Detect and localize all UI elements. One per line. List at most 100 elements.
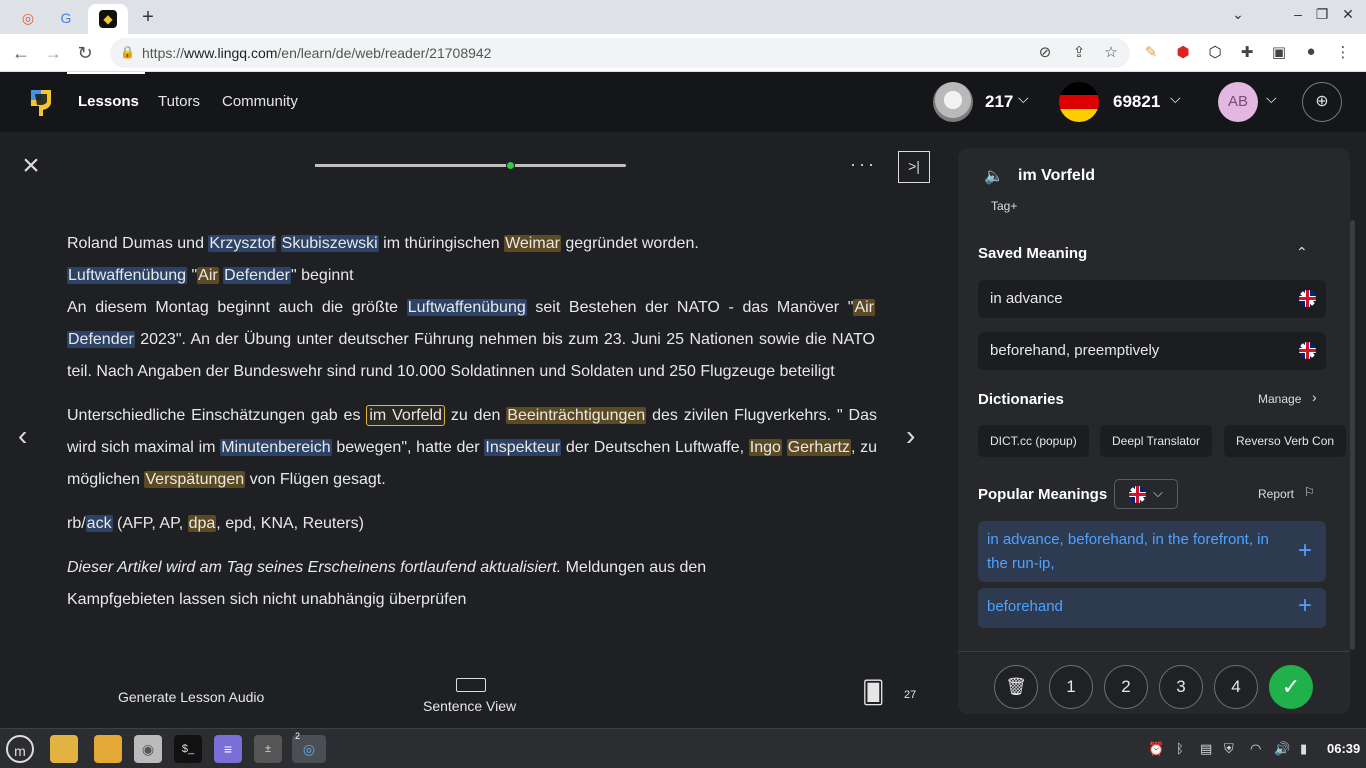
- nav-lessons[interactable]: Lessons: [78, 93, 139, 110]
- meaning-language-select[interactable]: ⌵: [1114, 479, 1178, 509]
- text-segment[interactable]: im thüringischen: [379, 235, 504, 252]
- adblock-extension-icon[interactable]: ⬢: [1172, 43, 1194, 61]
- lingq-word[interactable]: dpa: [187, 515, 217, 532]
- lingq-word[interactable]: Air: [853, 299, 876, 316]
- known-word[interactable]: Skubiszewski: [280, 235, 379, 252]
- close-lesson-button[interactable]: ×: [18, 151, 44, 181]
- manage-dictionaries-link[interactable]: Manage: [1258, 392, 1301, 406]
- address-bar[interactable]: 🔒 https://www.lingq.com/en/learn/de/web/…: [110, 38, 1130, 68]
- previous-page-button[interactable]: ‹: [18, 420, 27, 452]
- saved-meaning-field[interactable]: beforehand, preemptively: [978, 332, 1326, 370]
- extensions-puzzle-icon[interactable]: ✚: [1236, 43, 1258, 61]
- progress-knob[interactable]: [505, 161, 515, 170]
- shield-tray-icon[interactable]: ⛨: [1224, 741, 1234, 757]
- side-panel-icon[interactable]: ▣: [1268, 43, 1290, 61]
- battery-icon[interactable]: ▮: [1300, 741, 1307, 757]
- popular-meaning-item[interactable]: beforehand +: [978, 588, 1326, 628]
- new-tab-button[interactable]: +: [136, 4, 160, 30]
- language-chevron-down-icon[interactable]: ⌵: [1170, 90, 1181, 107]
- text-segment[interactable]: bewegen", hatte der: [332, 439, 485, 456]
- lingq-word[interactable]: Ingo: [748, 439, 782, 456]
- known-word[interactable]: Krzysztof: [208, 235, 277, 252]
- status-level-2-button[interactable]: 2: [1104, 665, 1148, 709]
- lingq-word[interactable]: Gerhartz: [786, 439, 851, 456]
- plus-icon[interactable]: +: [1298, 537, 1312, 565]
- known-word[interactable]: ack: [85, 515, 113, 532]
- known-word[interactable]: Minutenbereich: [220, 439, 332, 456]
- files-icon[interactable]: [94, 735, 122, 763]
- bluetooth-icon[interactable]: ᛒ: [1176, 741, 1184, 756]
- italic-text[interactable]: Dieser Artikel wird am Tag seines Ersche…: [67, 559, 561, 576]
- reload-button[interactable]: ↻: [72, 41, 98, 65]
- bookmark-star-icon[interactable]: ☆: [1100, 43, 1122, 61]
- tab-search-icon[interactable]: ⌄: [1224, 6, 1252, 23]
- lingq-word[interactable]: Verspätungen: [144, 471, 246, 488]
- folder-icon[interactable]: [50, 735, 78, 763]
- lingq-word[interactable]: Air: [197, 267, 219, 284]
- mint-menu-icon[interactable]: m: [6, 735, 34, 763]
- dictionary-chip[interactable]: Deepl Translator: [1100, 425, 1213, 457]
- text-segment[interactable]: Unterschiedliche Einschätzungen gab es: [67, 407, 366, 424]
- selected-phrase[interactable]: im Vorfeld: [366, 405, 445, 426]
- panel-scrollbar[interactable]: [1350, 220, 1355, 650]
- coins-count[interactable]: 217: [985, 92, 1013, 112]
- mouse-icon[interactable]: ◉: [134, 735, 162, 763]
- share-icon[interactable]: ⇪: [1068, 43, 1090, 61]
- nav-community[interactable]: Community: [222, 93, 298, 110]
- import-lesson-button[interactable]: ⊕: [1302, 82, 1342, 122]
- status-level-1-button[interactable]: 1: [1049, 665, 1093, 709]
- dictionary-chip[interactable]: Reverso Verb Con: [1224, 425, 1347, 457]
- text-segment[interactable]: An diesem Montag beginnt auch die größte: [67, 299, 407, 316]
- speaker-icon[interactable]: 🔈: [984, 166, 1008, 186]
- lesson-progress-bar[interactable]: [315, 161, 626, 170]
- german-flag-icon[interactable]: [1059, 82, 1099, 122]
- pencil-extension-icon[interactable]: ✎: [1140, 43, 1162, 61]
- avatar[interactable]: AB: [1218, 82, 1258, 122]
- status-level-4-button[interactable]: 4: [1214, 665, 1258, 709]
- text-segment[interactable]: Roland Dumas und: [67, 235, 208, 252]
- lingq-logo-icon[interactable]: [28, 86, 54, 118]
- profile-icon[interactable]: ●: [1300, 43, 1322, 60]
- text-segment[interactable]: zu den: [445, 407, 506, 424]
- text-segment[interactable]: 2023". An der Übung unter deutscher Führ…: [67, 331, 875, 380]
- known-word[interactable]: Luftwaffenübung: [67, 267, 188, 284]
- text-segment[interactable]: " beginnt: [291, 267, 354, 284]
- text-segment[interactable]: gegründet worden.: [561, 235, 698, 252]
- saved-meaning-field[interactable]: in advance: [978, 280, 1326, 318]
- generate-lesson-audio-button[interactable]: Generate Lesson Audio: [118, 689, 264, 705]
- calculator-icon[interactable]: ±: [254, 735, 282, 763]
- sentence-view-icon[interactable]: [456, 678, 486, 692]
- alarm-icon[interactable]: ⏰: [1148, 741, 1164, 757]
- eye-off-icon[interactable]: ⊘: [1034, 43, 1056, 61]
- lingq-word[interactable]: Weimar: [504, 235, 561, 252]
- browser-menu-icon[interactable]: ⋮: [1332, 43, 1354, 61]
- lingq-word[interactable]: Beeinträchtigungen: [506, 407, 647, 424]
- report-button[interactable]: Report: [1258, 487, 1294, 501]
- uk-flag-icon[interactable]: [1299, 342, 1316, 359]
- flashcards-count[interactable]: 27: [904, 689, 916, 701]
- flashcards-icon[interactable]: 🂠: [862, 680, 885, 706]
- sentence-view-button[interactable]: Sentence View: [423, 698, 516, 714]
- tab-favicon-translate[interactable]: G: [48, 4, 84, 32]
- forward-button[interactable]: →: [40, 41, 66, 65]
- coins-chevron-down-icon[interactable]: ⌵: [1018, 90, 1029, 107]
- text-segment[interactable]: von Flügen gesagt.: [245, 471, 386, 488]
- wifi-icon[interactable]: ◠: [1250, 741, 1261, 757]
- known-word[interactable]: Luftwaffenübung: [406, 299, 527, 316]
- ignore-word-button[interactable]: 🗑: [994, 665, 1038, 709]
- sidebar-toggle-button[interactable]: >|: [898, 151, 930, 183]
- chevron-up-icon[interactable]: ⌃: [1296, 244, 1308, 261]
- profile-chevron-down-icon[interactable]: ⌵: [1266, 90, 1277, 107]
- popular-meaning-item[interactable]: in advance, beforehand, in the forefront…: [978, 521, 1326, 582]
- text-segment[interactable]: rb/: [67, 515, 86, 532]
- coins-icon[interactable]: [933, 82, 973, 122]
- text-segment[interactable]: der Deutschen Luftwaffe,: [561, 439, 749, 456]
- next-page-button[interactable]: ›: [906, 420, 915, 452]
- nav-tutors[interactable]: Tutors: [158, 93, 200, 110]
- known-word[interactable]: Inspekteur: [484, 439, 562, 456]
- text-segment[interactable]: , epd, KNA, Reuters): [216, 515, 364, 532]
- known-word[interactable]: Defender: [223, 267, 291, 284]
- plus-icon[interactable]: +: [1298, 592, 1312, 620]
- status-level-3-button[interactable]: 3: [1159, 665, 1203, 709]
- known-word[interactable]: Defender: [67, 331, 135, 348]
